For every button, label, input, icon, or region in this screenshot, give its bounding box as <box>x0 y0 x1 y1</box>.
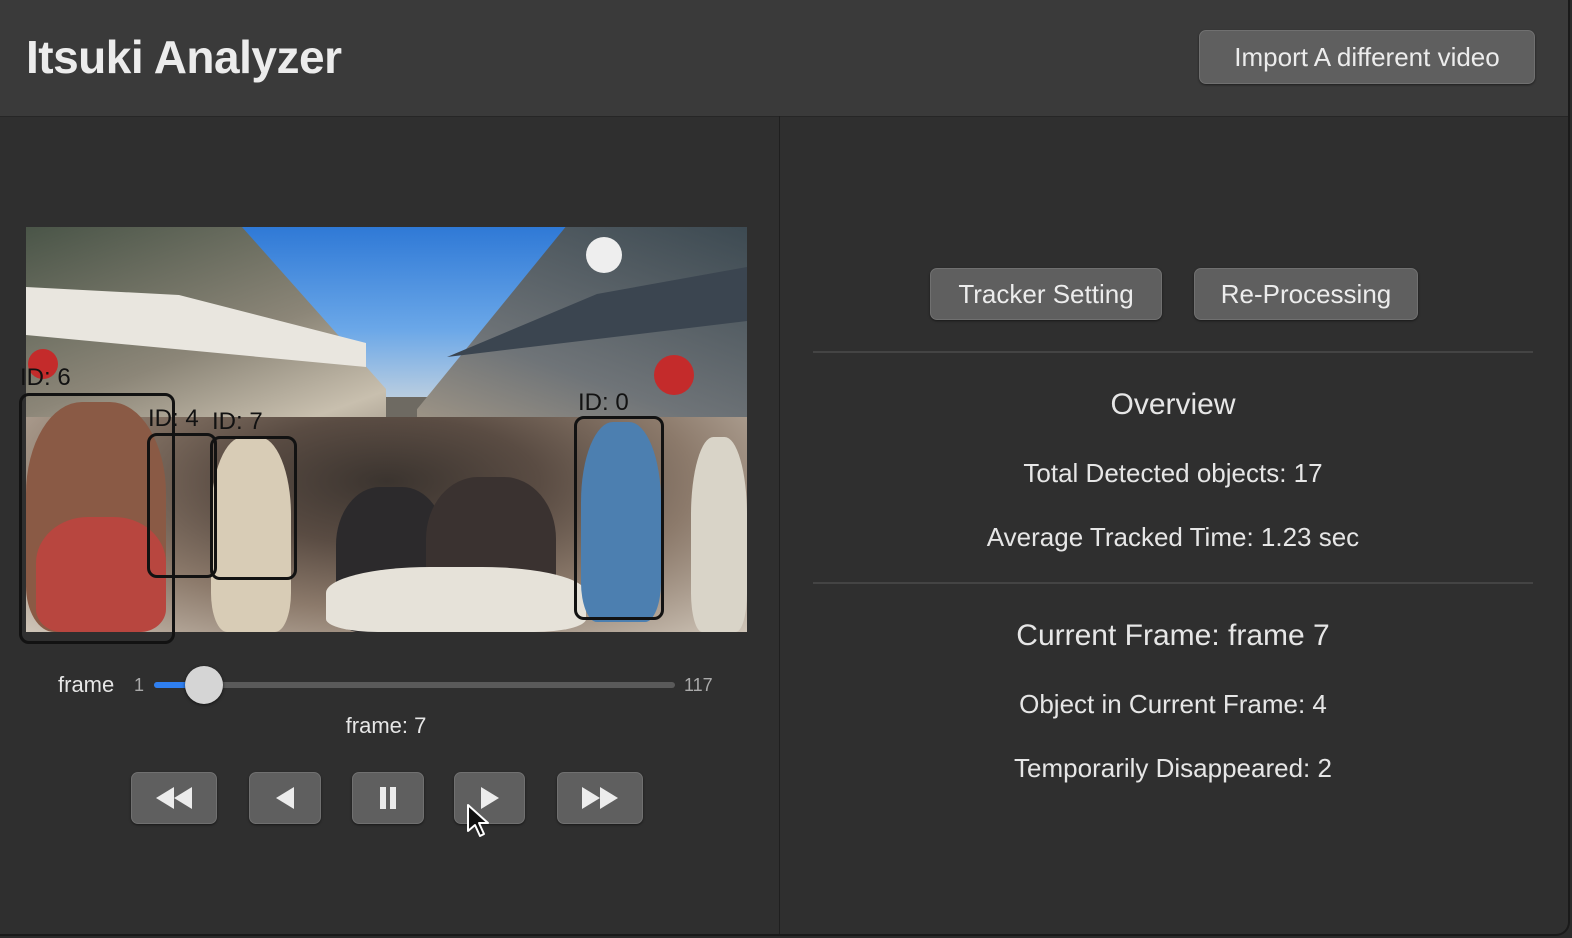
tracker-setting-button[interactable]: Tracker Setting <box>930 268 1162 320</box>
mouse-cursor-icon <box>466 803 492 844</box>
panel-divider <box>779 116 780 934</box>
bbox-label: ID: 4 <box>148 405 199 432</box>
temporarily-disappeared-stat: Temporarily Disappeared: 2 <box>1014 753 1332 783</box>
frame-slider-thumb[interactable] <box>184 666 223 704</box>
bbox-label: ID: 7 <box>212 408 263 435</box>
divider <box>813 582 1533 584</box>
video-lantern <box>654 355 694 395</box>
bbox-id-0 <box>574 416 664 620</box>
fast-forward-icon <box>580 787 620 809</box>
pause-button[interactable] <box>352 772 424 824</box>
average-tracked-time-stat: Average Tracked Time: 1.23 sec <box>986 522 1360 552</box>
bbox-id-7 <box>210 436 297 580</box>
total-detected-stat: Total Detected objects: 17 <box>1023 458 1323 488</box>
bbox-id-4 <box>147 433 217 578</box>
divider <box>813 351 1533 353</box>
header-bar: Itsuki Analyzer Import A different video <box>0 0 1568 117</box>
current-frame-stat: Current Frame: frame 7 <box>1016 619 1330 652</box>
video-person <box>691 437 747 632</box>
video-lantern <box>586 237 622 273</box>
re-processing-button[interactable]: Re-Processing <box>1194 268 1418 320</box>
objects-in-frame-stat: Object in Current Frame: 4 <box>1019 689 1327 719</box>
rewind-button[interactable] <box>131 772 217 824</box>
import-video-button[interactable]: Import A different video <box>1199 30 1535 84</box>
step-back-icon <box>274 787 296 809</box>
fast-forward-button[interactable] <box>557 772 643 824</box>
overview-title: Overview <box>1110 388 1236 421</box>
pause-icon <box>379 787 397 809</box>
app-window: Itsuki Analyzer Import A different video… <box>0 0 1570 936</box>
step-back-button[interactable] <box>249 772 321 824</box>
frame-slider-track[interactable] <box>154 682 675 688</box>
frame-slider-label: frame <box>58 672 115 697</box>
video-person <box>326 567 586 632</box>
bbox-label: ID: 0 <box>578 389 629 416</box>
bbox-label: ID: 6 <box>20 364 71 391</box>
slider-max-label: 117 <box>684 675 713 695</box>
app-title: Itsuki Analyzer <box>26 31 342 83</box>
slider-min-label: 1 <box>134 675 145 695</box>
frame-readout: frame: 7 <box>345 713 427 738</box>
rewind-icon <box>154 787 194 809</box>
